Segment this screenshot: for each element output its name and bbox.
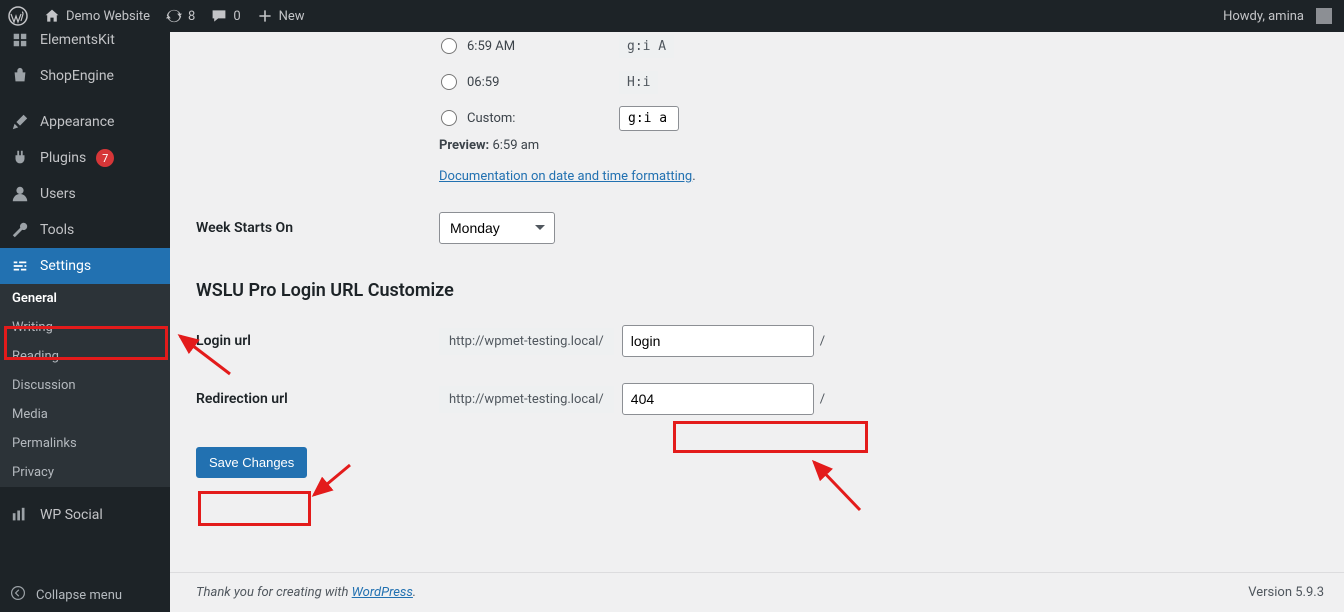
sidebar-item-elementskit[interactable]: ElementsKit <box>0 32 170 58</box>
redirect-url-label: Redirection url <box>196 391 439 407</box>
howdy-text: Howdy, amina <box>1223 9 1304 24</box>
login-url-input[interactable] <box>622 325 814 357</box>
collapse-icon <box>10 585 26 605</box>
site-name-link[interactable]: Demo Website <box>36 0 158 32</box>
sidebar-label: Plugins <box>40 150 86 166</box>
wordpress-icon <box>8 6 28 26</box>
sidebar-item-appearance[interactable]: Appearance <box>0 104 170 140</box>
sidebar-item-plugins[interactable]: Plugins 7 <box>0 140 170 176</box>
time-format-code: g:i A <box>619 35 674 58</box>
user-icon <box>10 184 30 204</box>
shopengine-icon <box>10 66 30 86</box>
sidebar-item-settings[interactable]: Settings <box>0 248 170 284</box>
login-url-prefix: http://wpmet-testing.local/ <box>439 328 614 355</box>
submenu-general[interactable]: General <box>0 284 170 313</box>
sidebar-label: ShopEngine <box>40 68 114 84</box>
plug-icon <box>10 148 30 168</box>
time-format-custom-input[interactable] <box>619 106 679 131</box>
url-slash: / <box>814 334 831 349</box>
date-time-doc-link[interactable]: Documentation on date and time formattin… <box>439 169 692 184</box>
plus-icon <box>257 8 273 24</box>
new-link[interactable]: New <box>249 0 313 32</box>
redirect-url-input[interactable] <box>622 383 814 415</box>
home-icon <box>44 8 60 24</box>
footer-wp-link[interactable]: WordPress <box>352 585 413 600</box>
sidebar-item-wpsocial[interactable]: WP Social <box>0 497 170 533</box>
wrench-icon <box>10 220 30 240</box>
howdy-link[interactable]: Howdy, amina <box>1215 0 1344 32</box>
submenu-writing[interactable]: Writing <box>0 313 170 342</box>
comments-link[interactable]: 0 <box>203 0 248 32</box>
comments-count: 0 <box>233 9 240 24</box>
time-radio-gi-a-upper[interactable] <box>441 38 457 54</box>
week-starts-select[interactable]: Monday <box>439 212 555 244</box>
collapse-label: Collapse menu <box>36 588 122 603</box>
sidebar-label: Appearance <box>40 114 114 130</box>
footer: Thank you for creating with WordPress. V… <box>170 572 1344 612</box>
submenu-permalinks[interactable]: Permalinks <box>0 429 170 458</box>
comment-icon <box>211 8 227 24</box>
time-radio-label: 06:59 <box>467 75 609 90</box>
time-format-preview: Preview: 6:59 am <box>439 138 1324 153</box>
brush-icon <box>10 112 30 132</box>
time-format-code: H:i <box>619 71 658 94</box>
sidebar-item-shopengine[interactable]: ShopEngine <box>0 58 170 94</box>
footer-version: Version 5.9.3 <box>1248 585 1324 600</box>
submenu-privacy[interactable]: Privacy <box>0 458 170 487</box>
settings-submenu: General Writing Reading Discussion Media… <box>0 284 170 487</box>
plugin-badge: 7 <box>96 149 114 167</box>
avatar <box>1316 8 1332 24</box>
site-name: Demo Website <box>66 9 150 24</box>
sidebar-label: Tools <box>40 222 74 238</box>
section-title: WSLU Pro Login URL Customize <box>196 280 1324 301</box>
refresh-icon <box>166 8 182 24</box>
submenu-discussion[interactable]: Discussion <box>0 371 170 400</box>
footer-thank: Thank you for creating with WordPress. <box>196 585 416 600</box>
time-radio-label: Custom: <box>467 111 609 126</box>
redirect-url-prefix: http://wpmet-testing.local/ <box>439 386 614 413</box>
updates-link[interactable]: 8 <box>158 0 203 32</box>
sidebar-item-tools[interactable]: Tools <box>0 212 170 248</box>
sidebar-label: ElementsKit <box>40 32 115 48</box>
updates-count: 8 <box>188 9 195 24</box>
submenu-media[interactable]: Media <box>0 400 170 429</box>
login-url-label: Login url <box>196 333 439 349</box>
collapse-menu[interactable]: Collapse menu <box>0 578 170 612</box>
sidebar-label: Users <box>40 186 76 202</box>
save-button[interactable]: Save Changes <box>196 447 307 478</box>
sidebar-label: WP Social <box>40 507 103 523</box>
time-radio-custom[interactable] <box>441 110 457 126</box>
wpsocial-icon <box>10 505 30 525</box>
time-radio-hi[interactable] <box>441 74 457 90</box>
sliders-icon <box>10 256 30 276</box>
new-label: New <box>279 9 305 24</box>
week-starts-label: Week Starts On <box>196 220 439 236</box>
elementskit-icon <box>10 32 30 50</box>
submenu-reading[interactable]: Reading <box>0 342 170 371</box>
wp-logo[interactable] <box>0 0 36 32</box>
url-slash: / <box>814 392 831 407</box>
time-radio-label: 6:59 AM <box>467 39 609 54</box>
sidebar-label: Settings <box>40 258 91 274</box>
sidebar-item-users[interactable]: Users <box>0 176 170 212</box>
